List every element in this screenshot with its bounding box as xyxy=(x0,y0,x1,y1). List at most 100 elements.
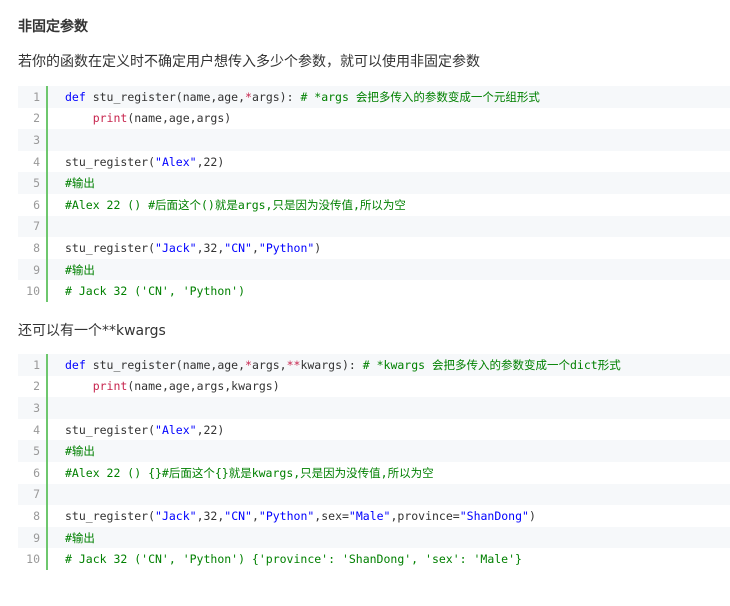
code-text: #Alex 22 () {}#后面这个{}就是kwargs,只是因为没传值,所以… xyxy=(48,465,434,481)
code-token: (name,age,args,kwargs) xyxy=(127,379,280,394)
code-token: "Alex" xyxy=(155,154,197,169)
line-number: 4 xyxy=(33,154,40,169)
code-text: stu_register("Alex",22) xyxy=(48,155,224,169)
code-token: # Jack 32 ('CN', 'Python') {'province': … xyxy=(65,552,522,567)
line-number: 6 xyxy=(33,197,40,212)
code-line: 10 # Jack 32 ('CN', 'Python') xyxy=(18,280,730,302)
code-block-args: 1 def stu_register(name,age,*args): # *ar… xyxy=(18,86,730,302)
code-token: kwargs): xyxy=(300,357,363,372)
code-token: #Alex 22 () {}#后面这个{}就是kwargs,只是因为没传值,所以… xyxy=(65,465,434,480)
line-number: 7 xyxy=(33,219,40,234)
code-line: 9 #输出 xyxy=(18,258,730,281)
code-text: stu_register("Jack",32,"CN","Python") xyxy=(48,241,321,255)
code-text: stu_register("Alex",22) xyxy=(48,423,224,437)
line-number: 8 xyxy=(33,508,40,523)
line-number: 8 xyxy=(33,240,40,255)
code-line: 2 print(name,age,args) xyxy=(18,107,730,130)
code-block-kwargs: 1 def stu_register(name,age,*args,**kwarg… xyxy=(18,354,730,570)
code-text: def stu_register(name,age,*args,**kwargs… xyxy=(48,357,621,373)
code-token: ,32, xyxy=(196,240,225,255)
gutter-bar xyxy=(46,483,48,506)
code-token: "Alex" xyxy=(155,422,197,437)
line-number: 10 xyxy=(26,552,40,567)
code-line: 8 stu_register("Jack",32,"CN","Python") xyxy=(18,237,730,259)
code-token: "Python" xyxy=(258,240,315,255)
code-token: # Jack 32 ('CN', 'Python') xyxy=(65,284,246,299)
code-line: 3 xyxy=(18,397,730,419)
line-number: 3 xyxy=(33,400,40,415)
line-number: 4 xyxy=(33,422,40,437)
code-token: ,32, xyxy=(196,508,225,523)
intro-paragraph: 若你的函数在定义时不确定用户想传入多少个参数，就可以使用非固定参数 xyxy=(18,54,480,70)
code-line: 8 stu_register("Jack",32,"CN","Python",se… xyxy=(18,505,730,527)
code-line: 6 #Alex 22 () #后面这个()就是args,只是因为没传值,所以为空 xyxy=(18,193,730,216)
code-token: print xyxy=(92,111,128,126)
gutter-bar xyxy=(46,397,48,419)
code-token: stu_register( xyxy=(65,508,156,523)
code-token: "CN" xyxy=(224,508,252,523)
code-line: 6 #Alex 22 () {}#后面这个{}就是kwargs,只是因为没传值,所… xyxy=(18,461,730,484)
code-token: * xyxy=(245,89,252,104)
code-token: #输出 xyxy=(65,262,95,277)
kwargs-paragraph: 还可以有一个**kwargs xyxy=(18,323,166,339)
gutter-bar xyxy=(46,215,48,238)
code-token: "CN" xyxy=(224,240,252,255)
code-token: stu_register(name,age, xyxy=(85,357,246,372)
code-text: #输出 xyxy=(48,443,95,459)
code-token: * xyxy=(245,357,252,372)
code-text: #输出 xyxy=(48,262,95,278)
code-token: , xyxy=(251,240,259,255)
line-number: 5 xyxy=(33,176,40,191)
code-token: ,22) xyxy=(196,154,225,169)
code-line: 3 xyxy=(18,129,730,151)
line-number: 1 xyxy=(33,357,40,372)
code-token: def xyxy=(65,89,86,104)
code-token: ) xyxy=(314,240,322,255)
line-number: 10 xyxy=(26,284,40,299)
code-text: #输出 xyxy=(48,175,95,191)
code-line: 1 def stu_register(name,age,*args): # *ar… xyxy=(18,86,730,108)
code-line: 5 #输出 xyxy=(18,440,730,462)
code-line: 2 print(name,age,args,kwargs) xyxy=(18,375,730,398)
code-token: ,22) xyxy=(196,422,225,437)
code-line: 7 xyxy=(18,483,730,506)
code-token: ,province= xyxy=(390,508,460,523)
code-line: 7 xyxy=(18,215,730,238)
code-line: 4 stu_register("Alex",22) xyxy=(18,150,730,173)
code-token: stu_register(name,age, xyxy=(85,89,246,104)
code-text: # Jack 32 ('CN', 'Python') {'province': … xyxy=(48,552,522,566)
gutter-bar xyxy=(46,129,48,151)
line-number: 1 xyxy=(33,89,40,104)
code-token: , xyxy=(251,508,259,523)
section-heading: 非固定参数 xyxy=(18,19,88,35)
code-token: #Alex 22 () #后面这个()就是args,只是因为没传值,所以为空 xyxy=(65,197,406,212)
code-text: print(name,age,args) xyxy=(48,111,231,125)
code-token: # *args 会把多传入的参数变成一个元组形式 xyxy=(300,89,540,104)
code-text: stu_register("Jack",32,"CN","Python",sex… xyxy=(48,509,536,523)
line-number: 2 xyxy=(33,379,40,394)
code-line: 4 stu_register("Alex",22) xyxy=(18,418,730,441)
line-number: 3 xyxy=(33,132,40,147)
code-token: ,sex= xyxy=(314,508,349,523)
code-token: # *kwargs 会把多传入的参数变成一个dict形式 xyxy=(362,357,621,372)
line-number: 5 xyxy=(33,444,40,459)
code-text: #Alex 22 () #后面这个()就是args,只是因为没传值,所以为空 xyxy=(48,197,406,213)
code-token: #输出 xyxy=(65,176,95,191)
line-number: 6 xyxy=(33,465,40,480)
code-line: 9 #输出 xyxy=(18,526,730,549)
code-token: args, xyxy=(251,357,287,372)
line-number: 9 xyxy=(33,530,40,545)
code-token: (name,age,args) xyxy=(127,111,232,126)
line-number: 2 xyxy=(33,111,40,126)
code-token: #输出 xyxy=(65,530,95,545)
code-text: print(name,age,args,kwargs) xyxy=(48,379,280,393)
code-token: print xyxy=(92,379,128,394)
line-number: 9 xyxy=(33,262,40,277)
code-token: stu_register( xyxy=(65,154,156,169)
code-token: stu_register( xyxy=(65,240,156,255)
code-line: 5 #输出 xyxy=(18,172,730,194)
code-text: #输出 xyxy=(48,530,95,546)
code-token: ** xyxy=(286,357,301,372)
